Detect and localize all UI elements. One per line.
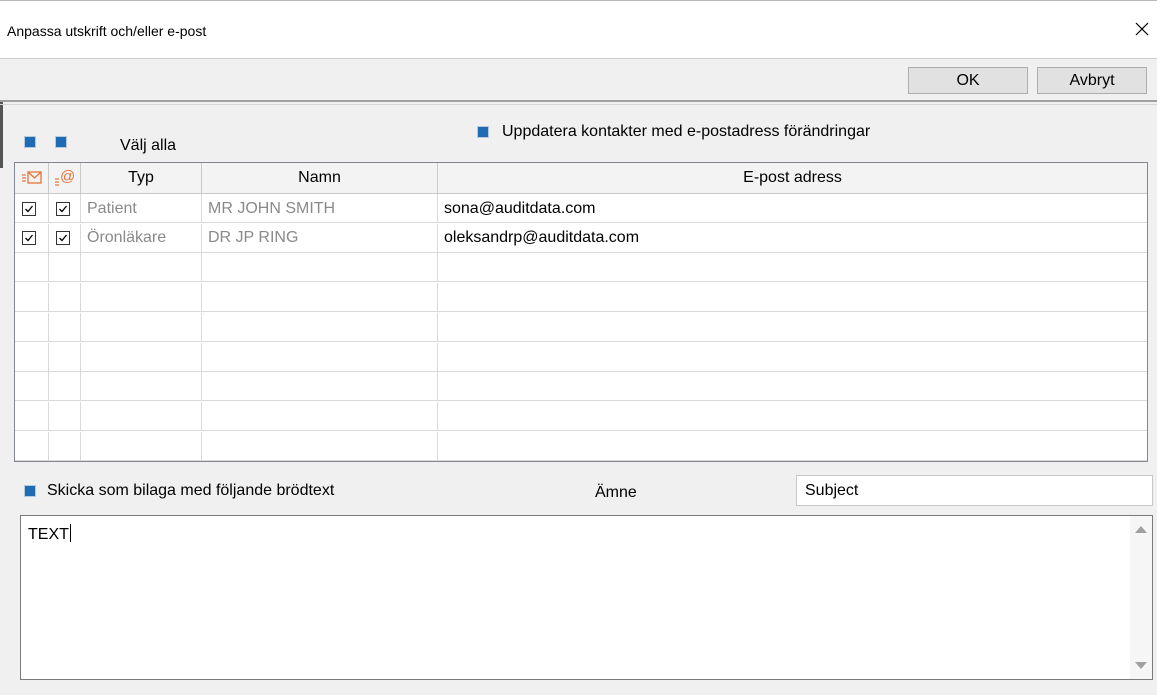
- update-contacts-label: Uppdatera kontakter med e-postadress för…: [502, 123, 871, 140]
- empty-cell: [202, 312, 438, 342]
- divider: [0, 104, 1157, 105]
- table-row[interactable]: [15, 431, 1147, 461]
- table-row[interactable]: [15, 401, 1147, 431]
- empty-cell: [15, 312, 49, 342]
- table-row[interactable]: [15, 312, 1147, 342]
- scroll-up-icon[interactable]: [1135, 526, 1147, 533]
- table-row[interactable]: Öronläkare DR JP RING oleksandrp@auditdata…: [15, 223, 1147, 253]
- empty-cell: [202, 401, 438, 431]
- text-caret: [69, 524, 71, 542]
- subject-input[interactable]: Subject: [796, 475, 1153, 506]
- body-textarea[interactable]: TEXT: [20, 515, 1153, 680]
- svg-text:@: @: [60, 168, 75, 185]
- typ-cell: Öronläkare: [81, 223, 202, 253]
- empty-cell: [81, 312, 202, 342]
- select-all-print-checkbox[interactable]: [24, 136, 36, 148]
- namn-cell: DR JP RING: [202, 223, 438, 253]
- recipients-table: @ Typ Namn E-post adress Patient MR JOHN …: [14, 162, 1148, 462]
- print-checkbox[interactable]: [22, 231, 36, 246]
- empty-cell: [202, 253, 438, 283]
- table-row[interactable]: [15, 342, 1147, 372]
- body-text: TEXT: [28, 526, 69, 543]
- empty-cell: [202, 283, 438, 313]
- empty-cell: [202, 431, 438, 461]
- attach-label: Skicka som bilaga med följande brödtext: [47, 482, 335, 499]
- empty-cell: [49, 342, 81, 372]
- email-checkbox[interactable]: [56, 201, 70, 216]
- checkmark-icon: [59, 234, 68, 242]
- print-cell: [15, 223, 49, 253]
- window-title: Anpassa utskrift och/eller e-post: [7, 23, 207, 39]
- header-email-address[interactable]: E-post adress: [438, 163, 1147, 193]
- header-email[interactable]: @: [49, 163, 81, 193]
- print-mail-icon: [21, 171, 42, 184]
- header-print[interactable]: [15, 163, 49, 193]
- table-row[interactable]: [15, 283, 1147, 313]
- subject-label: Ämne: [595, 484, 637, 501]
- empty-cell: [438, 343, 1147, 372]
- empty-cell: [49, 312, 81, 342]
- empty-cell: [81, 253, 202, 283]
- header-typ[interactable]: Typ: [81, 163, 202, 193]
- empty-cell: [81, 342, 202, 372]
- empty-cell: [81, 372, 202, 402]
- email-at-icon: @: [54, 168, 75, 186]
- ok-button[interactable]: OK: [908, 67, 1028, 94]
- vertical-scrollbar[interactable]: [1130, 516, 1152, 679]
- checkmark-icon: [25, 205, 34, 212]
- empty-cell: [438, 402, 1147, 431]
- table-header: @ Typ Namn E-post adress: [15, 163, 1147, 194]
- select-all-label: Välj alla: [120, 137, 177, 154]
- empty-cell: [15, 283, 49, 313]
- empty-cell: [49, 401, 81, 431]
- header-namn[interactable]: Namn: [202, 163, 438, 193]
- table-row[interactable]: [15, 253, 1147, 283]
- empty-cell: [438, 372, 1147, 401]
- empty-cell: [49, 372, 81, 402]
- empty-cell: [49, 283, 81, 313]
- empty-cell: [81, 431, 202, 461]
- empty-cell: [15, 253, 49, 283]
- empty-cell: [438, 432, 1147, 461]
- toolbar: OK Avbryt: [0, 58, 1157, 102]
- close-icon[interactable]: [1128, 15, 1156, 43]
- scroll-down-icon[interactable]: [1135, 662, 1147, 669]
- attach-checkbox[interactable]: [24, 485, 36, 497]
- checkmark-icon: [59, 205, 68, 212]
- empty-cell: [202, 372, 438, 402]
- email-cell: [49, 223, 81, 253]
- table-row[interactable]: Patient MR JOHN SMITH sona@auditdata.com: [15, 194, 1147, 223]
- cancel-button[interactable]: Avbryt: [1037, 67, 1147, 94]
- empty-cell: [438, 253, 1147, 282]
- print-cell: [15, 194, 49, 223]
- email-address-cell[interactable]: oleksandrp@auditdata.com: [438, 224, 1147, 253]
- empty-cell: [15, 431, 49, 461]
- typ-cell: Patient: [81, 194, 202, 223]
- empty-cell: [202, 342, 438, 372]
- title-bar: Anpassa utskrift och/eller e-post: [0, 0, 1157, 58]
- update-contacts-checkbox[interactable]: [477, 126, 489, 138]
- empty-cell: [15, 372, 49, 402]
- print-checkbox[interactable]: [22, 201, 36, 216]
- empty-cell: [49, 253, 81, 283]
- empty-cell: [438, 283, 1147, 312]
- empty-cell: [81, 283, 202, 313]
- empty-cell: [15, 342, 49, 372]
- select-all-email-checkbox[interactable]: [55, 136, 67, 148]
- empty-cell: [81, 401, 202, 431]
- namn-cell: MR JOHN SMITH: [202, 194, 438, 223]
- checkmark-icon: [25, 234, 34, 242]
- empty-cell: [15, 401, 49, 431]
- empty-cell: [49, 431, 81, 461]
- email-checkbox[interactable]: [56, 231, 70, 246]
- empty-cell: [438, 313, 1147, 342]
- email-cell: [49, 194, 81, 223]
- table-row[interactable]: [15, 372, 1147, 402]
- email-address-cell[interactable]: sona@auditdata.com: [438, 194, 1147, 223]
